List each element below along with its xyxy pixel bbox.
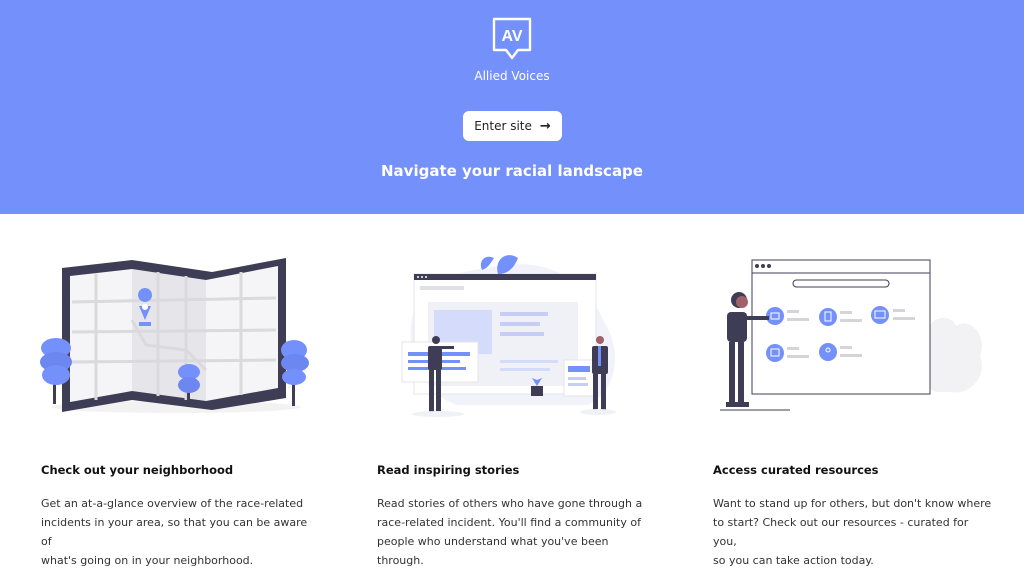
feature-desc-line: so you can take action today. [713, 554, 874, 567]
feature-title-stories: Read inspiring stories [377, 463, 520, 477]
feature-desc-line: Read stories of others who have gone thr… [377, 497, 643, 510]
resources-illustration [720, 259, 982, 411]
map-illustration [40, 258, 309, 413]
feature-desc-stories: Read stories of others who have gone thr… [377, 494, 657, 570]
feature-title-neighborhood: Check out your neighborhood [41, 463, 234, 477]
feature-desc-neighborhood: Get an at-a-glance overview of the race-… [41, 494, 321, 570]
enter-site-button[interactable]: Enter site → [463, 111, 562, 141]
stories-illustration [401, 255, 616, 417]
arrow-right-icon: → [539, 118, 551, 134]
feature-desc-line: Get an at-a-glance overview of the race-… [41, 497, 304, 510]
feature-title-resources: Access curated resources [713, 463, 879, 477]
feature-desc-line: to start? Check out our resources - cura… [713, 516, 969, 548]
brand-name: Allied Voices [474, 69, 550, 83]
av-logo-icon[interactable]: AV [491, 17, 533, 61]
enter-site-label: Enter site [474, 119, 532, 133]
hero-banner: AV Allied Voices Enter site → Navigate y… [0, 0, 1024, 214]
feature-desc-line: people who understand what you've been t… [377, 535, 609, 567]
feature-desc-line: incidents in your area, so that you can … [41, 516, 308, 548]
hero-tagline: Navigate your racial landscape [381, 162, 643, 180]
feature-desc-resources: Want to stand up for others, but don't k… [713, 494, 993, 570]
feature-desc-line: race-related incident. You'll find a com… [377, 516, 641, 529]
logo-text: AV [501, 28, 522, 45]
feature-desc-line: Want to stand up for others, but don't k… [713, 497, 992, 510]
feature-desc-line: what's going on in your neighborhood. [41, 554, 254, 567]
